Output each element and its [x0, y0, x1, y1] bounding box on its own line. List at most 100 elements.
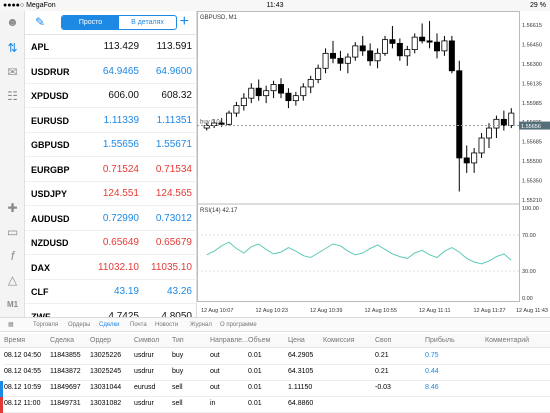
current-price-label: 1.55656 — [521, 124, 541, 130]
column-header[interactable]: Символ — [134, 337, 159, 344]
tab-0[interactable]: Торговля — [33, 318, 58, 332]
quote-symbol: AUDUSD — [31, 213, 70, 224]
quote-ask: 0.65679 — [155, 237, 192, 248]
function-icon[interactable]: f — [5, 249, 20, 264]
time-tick: 12 Aug 10:23 — [256, 308, 288, 314]
candle-body — [359, 45, 366, 52]
candle-body — [433, 41, 440, 52]
chat-icon[interactable]: ✉ — [5, 65, 20, 80]
column-header[interactable]: Прибыль — [425, 337, 455, 344]
quote-ask: 1.55671 — [155, 139, 192, 150]
column-header[interactable]: Тип — [172, 337, 184, 344]
quote-bid: 124.551 — [102, 188, 139, 199]
candle-body — [456, 70, 463, 159]
add-symbol-icon[interactable]: + — [180, 13, 189, 31]
quote-row[interactable]: XPDUSD 606.00 608.32 — [25, 84, 197, 108]
tab-2[interactable]: Сделки — [99, 318, 119, 332]
quote-row[interactable]: NZDUSD 0.65649 0.65679 — [25, 231, 197, 255]
tab-4[interactable]: Новости — [155, 318, 178, 332]
price-chart[interactable]: buy 0.04 GBPUSD, M1 1.56615 1.56450 1.56300 1… — [197, 11, 550, 317]
rsi-tick: 100.00 — [522, 206, 539, 212]
table-row[interactable]: 08.12 04:55 11843872 13025245 usdrur buy out 0… — [0, 365, 550, 381]
quote-row[interactable]: EURGBP 0.71524 0.71534 — [25, 158, 197, 182]
cell-order: 13031044 — [90, 384, 122, 391]
quote-row[interactable]: USDRUR 64.9465 64.9600 — [25, 60, 197, 84]
quote-bid: 43.19 — [113, 286, 139, 297]
tab-3[interactable]: Почта — [130, 318, 147, 332]
quote-row[interactable]: CLF 43.19 43.26 — [25, 280, 197, 304]
price-tick: 1.56135 — [522, 81, 542, 87]
cell-order: 13031082 — [90, 400, 122, 407]
quote-symbol: EURGBP — [31, 164, 70, 175]
tab-6[interactable]: О программе — [220, 318, 257, 332]
cell-time: 08.12 10:59 — [4, 384, 41, 391]
quote-symbol: NZDUSD — [31, 238, 69, 248]
quote-bid: 606.00 — [108, 90, 139, 101]
quote-row[interactable]: APL 113.429 113.591 — [25, 35, 197, 59]
battery: 29 % — [530, 2, 546, 9]
chart-arrows-icon[interactable]: ⇅ — [5, 41, 20, 56]
tab-simple[interactable]: Просто — [62, 16, 119, 29]
quote-bid: 0.71524 — [102, 163, 139, 175]
row-marker — [0, 397, 3, 413]
quote-ask: 64.9600 — [155, 65, 192, 77]
column-header[interactable]: Комиссия — [323, 337, 354, 344]
column-header[interactable]: Направле... — [210, 337, 248, 344]
column-header[interactable]: Время — [4, 337, 25, 344]
cell-deal: 11843855 — [50, 352, 81, 359]
tab-1[interactable]: Ордеры — [68, 318, 90, 332]
quote-row[interactable]: EURUSD 1.11339 1.11351 — [25, 109, 197, 133]
candle-body — [233, 105, 240, 114]
column-header[interactable]: Своп — [375, 337, 391, 344]
quote-row[interactable]: USDJPY 124.551 124.565 — [25, 182, 197, 206]
cell-deal: 11849697 — [50, 384, 81, 391]
table-row[interactable]: 08.12 04:50 11843855 13025226 usdrur buy out 0… — [0, 349, 550, 365]
cell-volume: 0.01 — [248, 400, 262, 407]
candle-body — [278, 84, 285, 94]
table-row[interactable]: 08.12 10:59 11849697 13031044 eurusd sell out… — [0, 381, 550, 397]
candle-icon[interactable]: ▭ — [5, 225, 20, 240]
quote-row[interactable]: AUDUSD 0.72990 0.73012 — [25, 207, 197, 231]
column-header[interactable]: Комментарий — [485, 337, 529, 344]
quote-row[interactable]: DAX 11032.10 11035.10 — [25, 256, 197, 280]
time-tick: 12 Aug 11:11 — [419, 308, 451, 314]
cell-deal: 11843872 — [50, 368, 81, 375]
cell-dir: out — [210, 352, 220, 359]
cell-price: 1.11150 — [288, 384, 313, 391]
price-tick: 1.55210 — [522, 198, 542, 204]
status-bar: ●●●●○ MegaFon 11:43 29 % — [0, 0, 550, 11]
column-header[interactable]: Цена — [288, 337, 305, 344]
quote-row[interactable]: GBPUSD 1.55656 1.55671 — [25, 133, 197, 157]
quotes-header: ✎ Просто В деталях + — [25, 11, 197, 35]
quote-symbol: APL — [31, 42, 49, 52]
cell-symbol: usdrur — [134, 400, 154, 407]
candle-body — [448, 40, 455, 72]
column-header[interactable]: Ордер — [90, 337, 111, 344]
table-row[interactable]: 08.12 11:00 11849731 13031082 usdrur sell in 0… — [0, 397, 550, 413]
crosshair-icon[interactable]: ✚ — [5, 201, 20, 216]
column-header[interactable]: Объем — [248, 337, 270, 344]
candle-body — [315, 67, 322, 80]
cell-volume: 0.01 — [248, 368, 262, 375]
timeframe-button[interactable]: M1 — [5, 297, 20, 312]
candle-body — [367, 50, 374, 62]
price-tick: 1.56615 — [522, 23, 542, 29]
cell-deal: 11849731 — [50, 400, 81, 407]
cell-symbol: eurusd — [134, 384, 156, 391]
cell-type: buy — [172, 352, 184, 359]
quote-symbol: DAX — [31, 262, 51, 273]
tab-5[interactable]: Журнал — [190, 318, 212, 332]
column-header[interactable]: Сделка — [50, 337, 74, 344]
person-icon[interactable]: ☻ — [5, 15, 20, 30]
pencil-icon[interactable]: ✎ — [35, 15, 45, 29]
shapes-icon[interactable]: △ — [5, 273, 20, 288]
calendar-icon[interactable]: ▦ — [8, 318, 14, 332]
cell-dir: out — [210, 384, 220, 391]
cell-dir: out — [210, 368, 220, 375]
quote-ask: 43.26 — [166, 286, 192, 297]
document-icon[interactable]: ☷ — [5, 89, 20, 104]
candle-body — [255, 87, 262, 97]
cell-order: 13025245 — [90, 368, 122, 375]
tab-detailed[interactable]: В деталях — [119, 16, 176, 29]
price-tick: 1.55985 — [522, 101, 542, 107]
